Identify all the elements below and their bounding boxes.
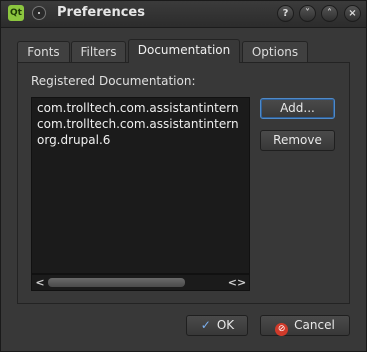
window-menu-icon[interactable] bbox=[32, 6, 46, 20]
tab-fonts[interactable]: Fonts bbox=[17, 41, 70, 62]
maximize-button[interactable]: ˄ bbox=[321, 5, 338, 22]
cancel-icon: ⊘ bbox=[275, 323, 289, 336]
tab-documentation[interactable]: Documentation bbox=[128, 39, 240, 63]
minimize-button[interactable]: ˅ bbox=[299, 5, 316, 22]
tab-filters[interactable]: Filters bbox=[71, 41, 126, 62]
documentation-list[interactable]: com.trolltech.com.assistantintern com.tr… bbox=[31, 97, 250, 274]
close-button[interactable]: × bbox=[344, 5, 361, 22]
scroll-thumb[interactable] bbox=[48, 278, 185, 287]
list-item[interactable]: com.trolltech.com.assistantintern bbox=[37, 101, 239, 115]
ok-label: OK bbox=[216, 318, 235, 332]
add-button[interactable]: Add... bbox=[260, 98, 335, 119]
checkmark-icon: ✓ bbox=[200, 318, 211, 332]
cancel-button[interactable]: ⊘ Cancel bbox=[260, 315, 350, 336]
qt-app-icon: Qt bbox=[8, 5, 24, 21]
title-bar[interactable]: Qt Preferences ? ˅ ˄ × bbox=[1, 1, 366, 28]
scroll-right-icon[interactable]: <> bbox=[225, 275, 249, 290]
list-item[interactable]: com.trolltech.com.assistantintern bbox=[37, 117, 239, 131]
preferences-dialog: Qt Preferences ? ˅ ˄ × Fonts Filters Doc… bbox=[0, 0, 367, 352]
cancel-label: Cancel bbox=[294, 318, 335, 332]
ok-button[interactable]: ✓ OK bbox=[186, 315, 248, 336]
scroll-left-icon[interactable]: < bbox=[32, 275, 48, 290]
horizontal-scrollbar[interactable]: < <> bbox=[31, 274, 250, 291]
list-item[interactable]: org.drupal.6 bbox=[37, 133, 110, 147]
window-title: Preferences bbox=[57, 5, 145, 20]
remove-button[interactable]: Remove bbox=[260, 130, 335, 151]
registered-documentation-label: Registered Documentation: bbox=[31, 74, 196, 88]
help-button[interactable]: ? bbox=[277, 5, 294, 22]
tab-options[interactable]: Options bbox=[242, 41, 308, 62]
